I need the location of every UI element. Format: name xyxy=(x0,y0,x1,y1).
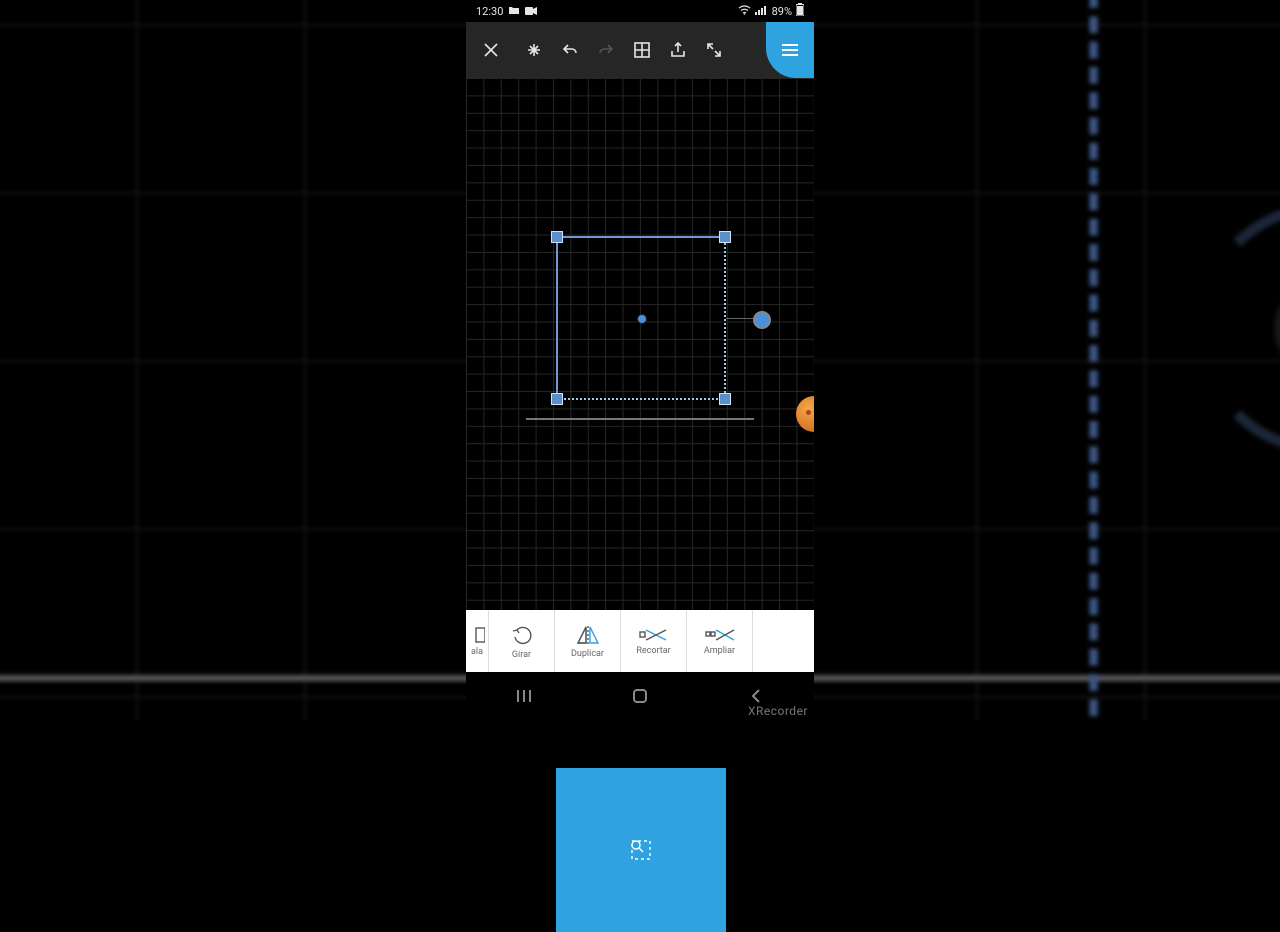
effects-button[interactable] xyxy=(516,22,552,78)
tool-ampliar[interactable]: Ampliar xyxy=(687,610,753,672)
rotate-handle[interactable] xyxy=(753,311,771,329)
selection-edge-left xyxy=(556,236,558,400)
selection-edge-bottom xyxy=(556,398,726,400)
selection-center-icon xyxy=(637,314,647,324)
tool-crop-selected[interactable] xyxy=(556,768,726,932)
selection-edge-top xyxy=(556,236,726,238)
signal-icon xyxy=(755,5,768,18)
redo-button[interactable] xyxy=(588,22,624,78)
tool-girar[interactable]: Girar xyxy=(489,610,555,672)
battery-icon xyxy=(796,3,804,19)
tool-label: Girar xyxy=(512,650,531,660)
resize-handle-tr[interactable] xyxy=(719,231,731,243)
tool-label: Duplicar xyxy=(571,649,604,659)
video-icon xyxy=(525,5,537,18)
share-button[interactable] xyxy=(660,22,696,78)
status-time: 12:30 xyxy=(476,5,503,18)
phone-screen: 12:30 89% xyxy=(466,0,814,720)
status-battery: 89% xyxy=(772,5,792,18)
bottom-toolbar: ala Girar Duplicar Recortar Ampliar xyxy=(466,610,814,672)
tool-escala-partial[interactable]: ala xyxy=(466,610,489,672)
tool-label: Ampliar xyxy=(704,646,735,656)
fullscreen-button[interactable] xyxy=(696,22,732,78)
canvas-area[interactable] xyxy=(466,78,814,610)
menu-button[interactable] xyxy=(766,22,814,78)
folder-icon xyxy=(508,5,520,18)
top-toolbar xyxy=(466,22,814,78)
close-button[interactable] xyxy=(466,22,516,78)
ground-line xyxy=(526,418,754,420)
resize-handle-br[interactable] xyxy=(719,393,731,405)
resize-handle-bl[interactable] xyxy=(551,393,563,405)
grid-button[interactable] xyxy=(624,22,660,78)
nav-home-button[interactable] xyxy=(610,687,670,705)
tool-recortar[interactable]: Recortar xyxy=(621,610,687,672)
status-bar: 12:30 89% xyxy=(466,0,814,22)
nav-back-button[interactable] xyxy=(726,688,786,704)
tool-duplicar[interactable]: Duplicar xyxy=(555,610,621,672)
selection-box[interactable] xyxy=(556,236,726,400)
nav-recents-button[interactable] xyxy=(494,688,554,704)
tool-label: Recortar xyxy=(636,646,670,656)
tool-label: ala xyxy=(471,647,483,657)
undo-button[interactable] xyxy=(552,22,588,78)
android-navbar: XRecorder xyxy=(466,672,814,720)
resize-handle-tl[interactable] xyxy=(551,231,563,243)
wifi-icon xyxy=(738,5,751,18)
recorder-watermark: XRecorder xyxy=(748,704,808,718)
